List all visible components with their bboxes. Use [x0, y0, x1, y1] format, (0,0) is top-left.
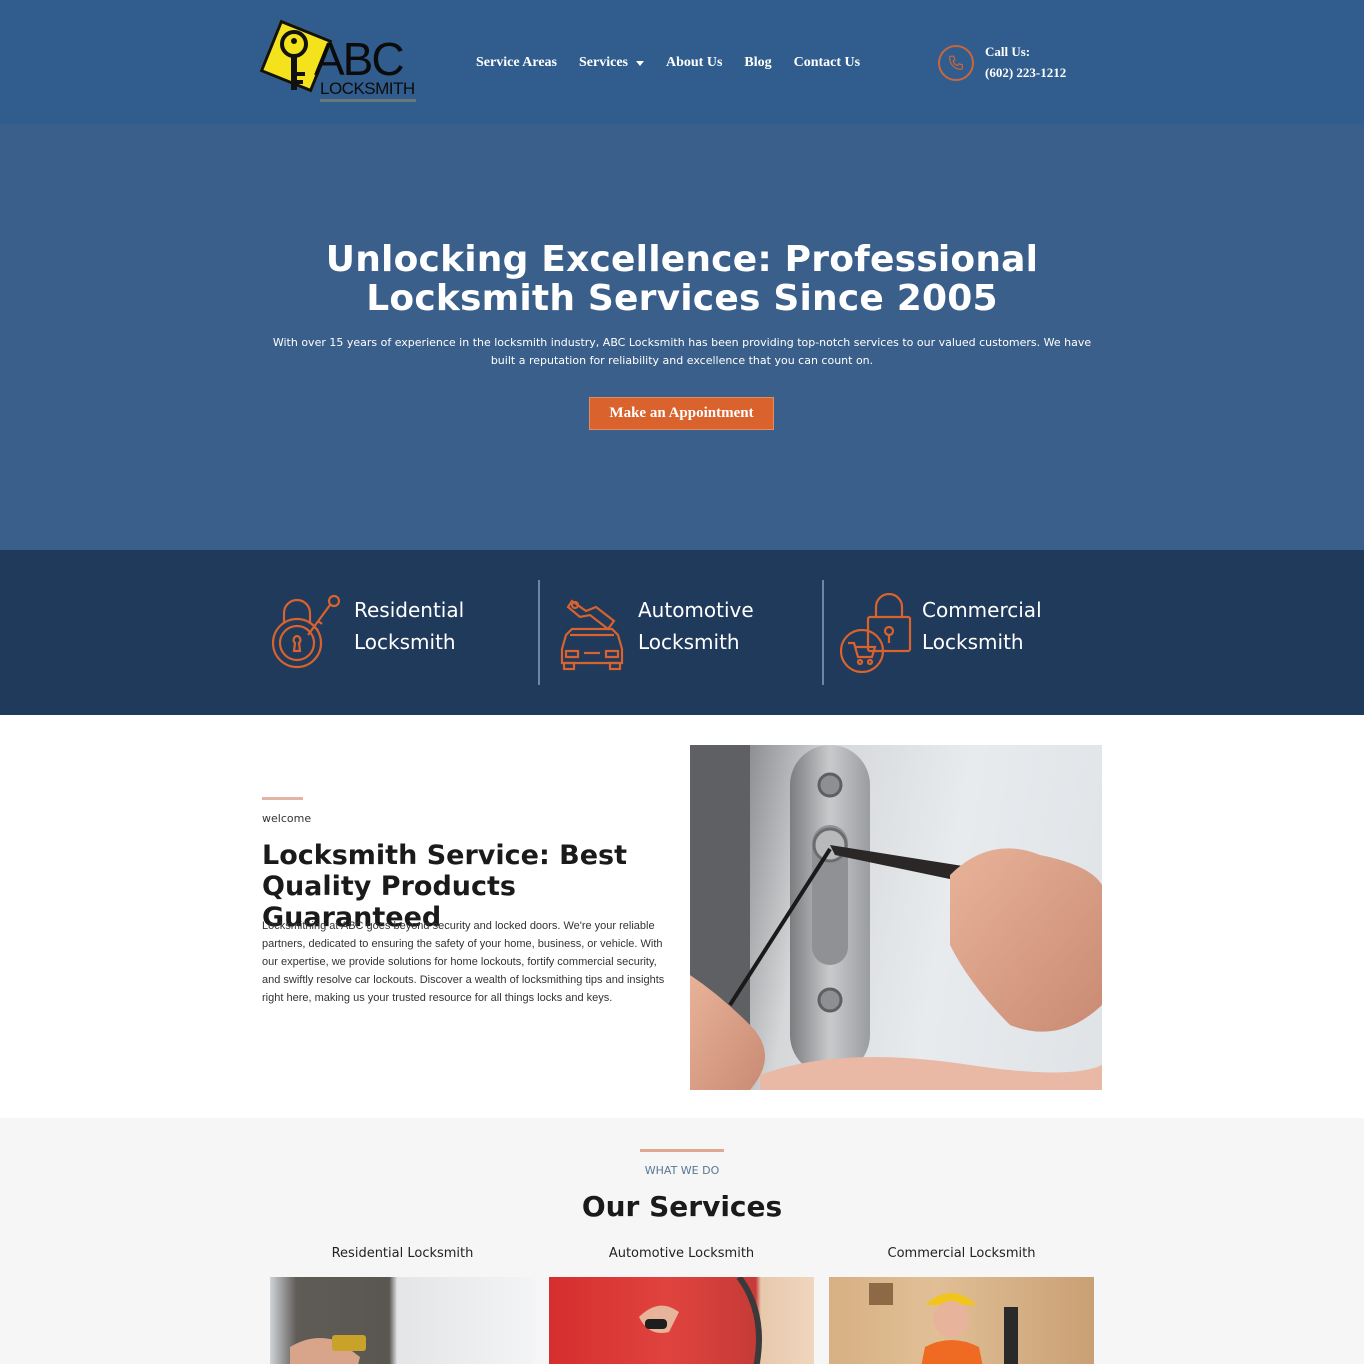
hero-section: Unlocking Excellence: Professional Locks…	[0, 124, 1364, 550]
lock-picking-illustration	[690, 745, 1102, 1090]
band-divider	[822, 580, 824, 685]
phone-icon	[938, 45, 974, 81]
automotive-service-image[interactable]	[549, 1277, 814, 1364]
nav-blog[interactable]: Blog	[744, 53, 771, 73]
nav-label: Contact Us	[793, 55, 861, 70]
hero-text: With over 15 years of experience in the …	[272, 336, 1092, 367]
band-divider	[538, 580, 540, 685]
services-title: Our Services	[581, 1190, 783, 1223]
padlock-key-icon	[272, 594, 341, 669]
nav-label: Blog	[744, 55, 772, 70]
services-section: WHAT WE DO Our Services Residential Lock…	[0, 1118, 1364, 1364]
accent-divider	[262, 797, 303, 800]
band-label: Automotive Locksmith	[638, 598, 754, 654]
nav-services[interactable]: Services	[579, 53, 644, 73]
car-key-icon	[560, 599, 624, 671]
nav-service-areas[interactable]: Service Areas	[476, 53, 557, 73]
logo-subtext: LOCKSMITH	[320, 79, 415, 98]
services-eyebrow: WHAT WE DO	[644, 1164, 720, 1177]
band-item-residential[interactable]: Residential Locksmith	[272, 580, 512, 685]
nav-contact-us[interactable]: Contact Us	[794, 53, 861, 73]
service-card-title[interactable]: Residential Locksmith	[270, 1246, 535, 1261]
band-item-automotive[interactable]: Automotive Locksmith	[556, 580, 796, 685]
band-label: Commercial Locksmith	[922, 598, 1042, 654]
nav-label: About Us	[665, 55, 723, 70]
residential-service-image[interactable]	[270, 1277, 535, 1364]
nav-about-us[interactable]: About Us	[666, 53, 722, 73]
logo-tagline	[320, 99, 416, 102]
site-header: ABC LOCKSMITH Service Areas Services Abo…	[0, 0, 1364, 124]
logo-text: ABC	[314, 33, 405, 85]
nav-label: Service Areas	[476, 55, 557, 70]
service-card-title[interactable]: Automotive Locksmith	[549, 1246, 814, 1261]
phone-number-link[interactable]: (602) 223-1212	[985, 65, 1066, 81]
welcome-eyebrow: welcome	[262, 812, 312, 825]
accent-divider	[640, 1149, 724, 1152]
nav-label: Services	[579, 55, 628, 70]
call-label: Call Us:	[985, 44, 1031, 59]
main-nav: Service Areas Services About Us Blog Con…	[476, 53, 860, 73]
abc-locksmith-logo[interactable]: ABC LOCKSMITH	[259, 19, 420, 106]
lockpicking-photo	[690, 745, 1102, 1090]
band-label: Residential Locksmith	[354, 598, 465, 654]
chevron-down-icon	[635, 60, 644, 66]
service-band: Residential Locksmith Automotive Locksmi…	[0, 550, 1364, 715]
service-card-title[interactable]: Commercial Locksmith	[829, 1246, 1094, 1261]
make-appointment-button[interactable]: Make an Appointment	[589, 397, 774, 430]
band-item-commercial[interactable]: Commercial Locksmith	[840, 580, 1080, 685]
call-us-block[interactable]: Call Us: (602) 223-1212	[938, 43, 1098, 87]
welcome-text: Locksmithing at ABC goes beyond security…	[262, 920, 665, 1004]
commercial-service-image[interactable]	[829, 1277, 1094, 1364]
padlock-cart-icon	[840, 593, 912, 673]
hero-title: Unlocking Excellence: Professional Locks…	[325, 239, 1039, 319]
